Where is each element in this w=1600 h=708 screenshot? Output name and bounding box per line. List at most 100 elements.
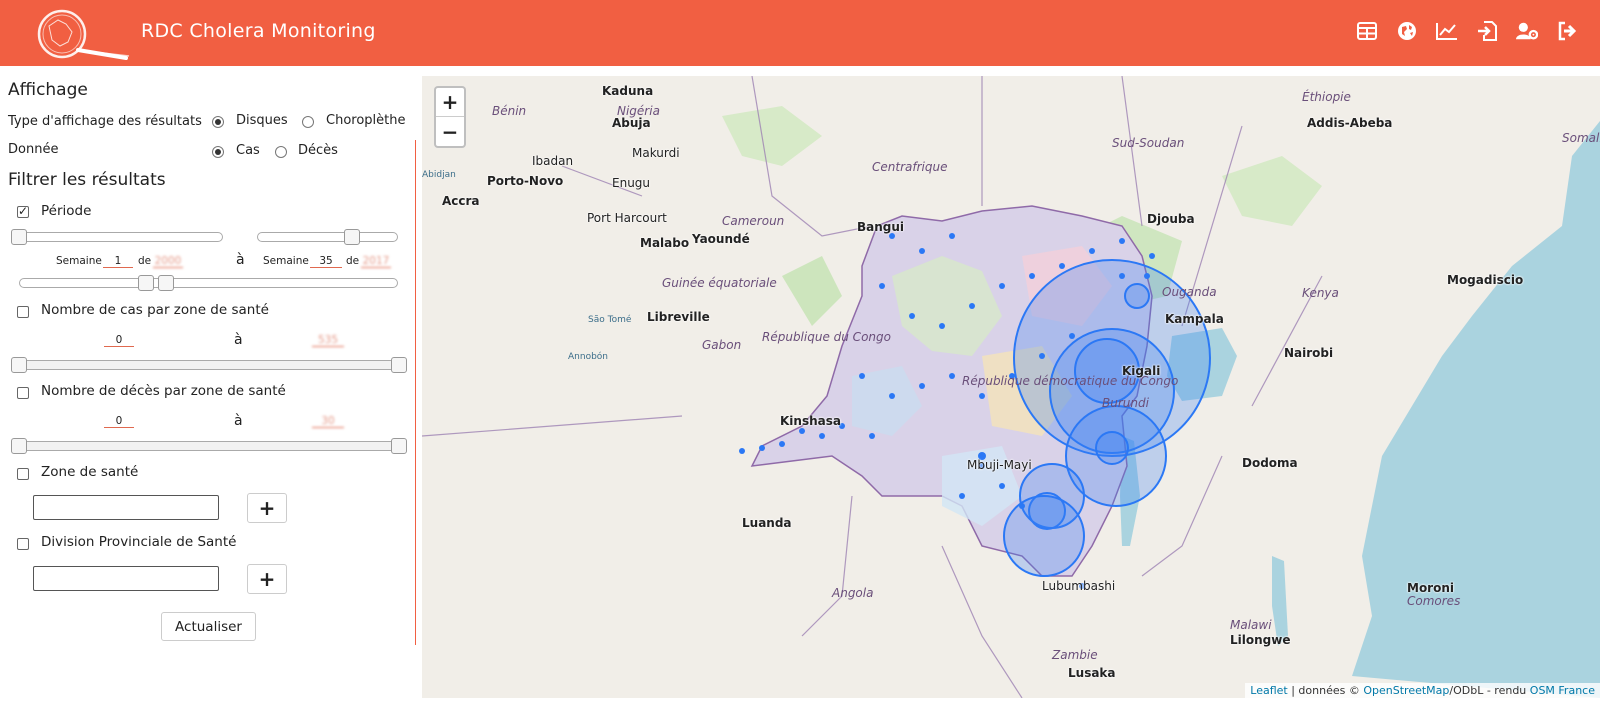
map-region-benin: Bénin: [492, 104, 527, 118]
table-icon[interactable]: [1356, 20, 1378, 42]
map-label-accra: Accra: [442, 194, 480, 208]
period-to-label: à: [236, 252, 245, 268]
display-type-label: Type d'affichage des résultats: [8, 114, 202, 129]
openstreetmap-link[interactable]: OpenStreetMap: [1363, 684, 1449, 697]
chart-line-icon[interactable]: [1436, 20, 1458, 42]
map-label-mogadiscio: Mogadiscio: [1447, 273, 1524, 287]
division-checkbox[interactable]: [17, 538, 29, 550]
health-zone-input[interactable]: [33, 495, 219, 520]
health-zone-label: Zone de santé: [41, 464, 139, 480]
osm-france-link[interactable]: OSM France: [1530, 684, 1595, 697]
zoom-out-button[interactable]: −: [436, 117, 464, 146]
file-import-icon[interactable]: [1476, 20, 1498, 42]
zoom-in-button[interactable]: +: [436, 88, 464, 117]
radio-deces-label: Décès: [298, 143, 338, 158]
map-label-enugu: Enugu: [612, 176, 651, 190]
start-week-label: Semaine: [56, 255, 102, 267]
period-label: Période: [41, 203, 92, 219]
map-label-kampala: Kampala: [1165, 312, 1224, 326]
map-water-annobon: Annobón: [568, 352, 608, 362]
leaflet-link[interactable]: Leaflet: [1250, 684, 1287, 697]
map-label-ibadan: Ibadan: [532, 154, 574, 168]
cases-checkbox[interactable]: [17, 306, 29, 318]
deaths-range-slider[interactable]: [12, 441, 406, 451]
health-zone-checkbox[interactable]: [17, 468, 29, 480]
map-label-lubumbashi: Lubumbashi: [1042, 579, 1116, 593]
map-label-port-harcourt: Port Harcourt: [587, 211, 667, 225]
deaths-label: Nombre de décès par zone de santé: [41, 383, 286, 399]
map-region-rdc: République démocratique du Congo: [962, 374, 1179, 388]
cases-label: Nombre de cas par zone de santé: [41, 302, 269, 318]
map-region-centrafrique: Centrafrique: [872, 160, 948, 174]
map-region-kenya: Kenya: [1302, 286, 1339, 300]
end-week-slider-handle[interactable]: [344, 229, 360, 245]
map-label-libreville: Libreville: [647, 310, 710, 324]
map-label-kaduna: Kaduna: [602, 84, 654, 98]
deaths-range-handle-max[interactable]: [391, 438, 407, 454]
deaths-max-field[interactable]: 30: [312, 415, 344, 428]
division-input[interactable]: [33, 566, 219, 591]
map-region-burundi: Burundi: [1102, 396, 1149, 410]
radio-disques-label: Disques: [236, 113, 288, 128]
sign-out-icon[interactable]: [1556, 20, 1578, 42]
map-label-moroni: Moroni: [1407, 581, 1455, 595]
cases-min-field[interactable]: 0: [104, 334, 134, 347]
map-region-ethiopie: Éthiopie: [1302, 90, 1351, 104]
cases-range-handle-max[interactable]: [391, 357, 407, 373]
map-label-lilongwe: Lilongwe: [1230, 633, 1291, 647]
deaths-range-handle-min[interactable]: [11, 438, 27, 454]
radio-deces[interactable]: [275, 146, 287, 158]
map-label-djouba: Djouba: [1147, 212, 1195, 226]
end-week-slider[interactable]: [257, 232, 398, 242]
map-label-yaounde: Yaoundé: [692, 232, 750, 246]
radio-choroplethe-label: Choroplèthe: [326, 113, 406, 128]
magnifier-logo-icon: [34, 6, 134, 62]
sidebar-divider: [415, 140, 416, 645]
cases-range-slider[interactable]: [12, 360, 406, 370]
end-week-field[interactable]: 35: [310, 255, 342, 268]
cases-to-label: à: [234, 332, 243, 348]
globe-icon[interactable]: [1396, 20, 1418, 42]
period-checkbox[interactable]: [17, 204, 29, 218]
map-region-angola: Angola: [832, 586, 874, 600]
add-health-zone-button[interactable]: +: [247, 493, 287, 523]
map-region-gabon: Gabon: [702, 338, 742, 352]
map-attribution: Leaflet | données © OpenStreetMap/ODbL -…: [1245, 683, 1600, 698]
sidebar: Affichage Type d'affichage des résultats…: [0, 66, 416, 708]
start-of-label: de: [138, 255, 152, 267]
map-label-kinshasa: Kinshasa: [780, 414, 841, 428]
deaths-to-label: à: [234, 413, 243, 429]
start-week-slider[interactable]: [12, 232, 223, 242]
period-range-handle-end[interactable]: [158, 275, 174, 291]
start-week-slider-handle[interactable]: [11, 229, 27, 245]
radio-disques[interactable]: [212, 116, 224, 128]
update-button[interactable]: Actualiser: [161, 612, 256, 641]
display-section-title: Affichage: [8, 80, 88, 100]
deaths-checkbox[interactable]: [17, 387, 29, 399]
map-region-sud-soudan: Sud-Soudan: [1112, 136, 1185, 150]
map-region-malawi: Malawi: [1230, 618, 1272, 632]
cases-range-handle-min[interactable]: [11, 357, 27, 373]
radio-choroplethe[interactable]: [302, 116, 314, 128]
period-range-handle-start[interactable]: [138, 275, 154, 291]
attribution-text-2: /ODbL - rendu: [1449, 684, 1530, 697]
map-label-porto-novo: Porto-Novo: [487, 174, 564, 188]
division-label: Division Provinciale de Santé: [41, 534, 237, 550]
map-label-addis-abeba: Addis-Abeba: [1307, 116, 1393, 130]
map-region-cameroun: Cameroun: [722, 214, 785, 228]
map-label-luanda: Luanda: [742, 516, 792, 530]
map-region-ouganda: Ouganda: [1162, 285, 1217, 299]
user-cog-icon[interactable]: [1516, 20, 1538, 42]
zoom-control: + −: [434, 86, 466, 148]
radio-cas[interactable]: [212, 146, 224, 158]
start-week-field[interactable]: 1: [103, 255, 133, 268]
start-year-field[interactable]: 2000: [153, 255, 183, 268]
map[interactable]: Kaduna Abuja Makurdi Ibadan Porto-Novo A…: [422, 76, 1600, 698]
end-year-field[interactable]: 2017: [361, 255, 391, 268]
map-label-nairobi: Nairobi: [1284, 346, 1334, 360]
end-of-label: de: [346, 255, 360, 267]
add-division-button[interactable]: +: [247, 564, 287, 594]
period-range-slider[interactable]: [19, 278, 398, 288]
deaths-min-field[interactable]: 0: [104, 415, 134, 428]
cases-max-field[interactable]: 535: [312, 334, 344, 347]
